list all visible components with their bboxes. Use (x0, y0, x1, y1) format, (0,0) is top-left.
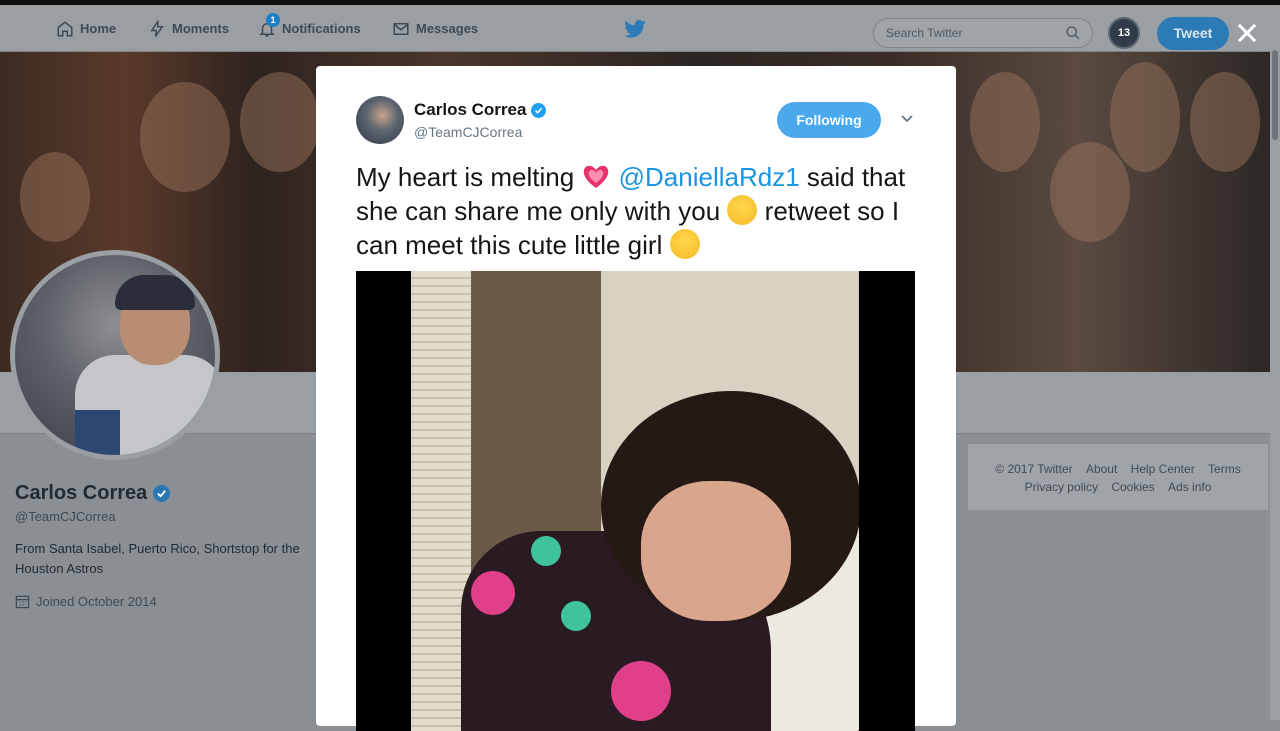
shirt-flower (561, 601, 591, 631)
tweet-video[interactable] (356, 271, 915, 731)
banner-face (1190, 72, 1260, 172)
scrollbar[interactable] (1270, 5, 1280, 720)
smiling-blush-emoji-icon (669, 229, 700, 259)
banner-face (1050, 142, 1130, 242)
tweet-author-name-text: Carlos Correa (414, 100, 527, 119)
shirt-flower (471, 571, 515, 615)
following-button[interactable]: Following (777, 102, 881, 138)
tweet-text-part1: My heart is melting (356, 162, 582, 192)
home-icon (57, 20, 73, 36)
footer-help-link[interactable]: Help Center (1131, 462, 1195, 476)
tweet-button[interactable]: Tweet (1157, 17, 1229, 50)
tweet-text: My heart is melting @DaniellaRdz1 said t… (356, 160, 916, 262)
profile-name-text: Carlos Correa (15, 482, 148, 504)
footer-terms-link[interactable]: Terms (1208, 462, 1241, 476)
banner-face (140, 82, 230, 192)
moments-icon (150, 19, 164, 37)
calendar-icon (15, 595, 30, 609)
nav-notifications-label: Notifications (282, 21, 361, 36)
profile-joined-text: Joined October 2014 (36, 594, 157, 609)
account-avatar[interactable]: 13 (1108, 17, 1140, 49)
banner-face (1110, 62, 1180, 172)
profile-handle[interactable]: @TeamCJCorrea (15, 509, 116, 524)
shirt-flower (531, 536, 561, 566)
footer-ads-link[interactable]: Ads info (1168, 480, 1211, 494)
tweet-mention-link[interactable]: @DaniellaRdz1 (619, 162, 800, 192)
nav-home[interactable]: Home (56, 5, 116, 52)
scrollbar-thumb[interactable] (1272, 50, 1278, 140)
footer-cookies-link[interactable]: Cookies (1111, 480, 1154, 494)
verified-icon (153, 485, 171, 502)
profile-joined: Joined October 2014 (15, 594, 157, 609)
tweet-author-name[interactable]: Carlos Correa (414, 100, 547, 120)
messages-icon (393, 22, 409, 35)
twitter-bird-icon[interactable] (624, 20, 646, 38)
search-input[interactable]: Search Twitter (873, 18, 1093, 48)
nav-notifications[interactable]: 1 Notifications (258, 5, 361, 52)
banner-face (240, 72, 320, 172)
footer-about-link[interactable]: About (1086, 462, 1117, 476)
nav-messages[interactable]: Messages (392, 5, 478, 52)
search-icon[interactable] (1065, 25, 1081, 41)
nav-messages-label: Messages (416, 21, 479, 36)
footer-copyright: © 2017 Twitter (995, 462, 1073, 476)
avatar-sleeve (75, 410, 120, 455)
notifications-badge: 1 (266, 13, 280, 27)
chevron-down-icon[interactable] (900, 114, 914, 124)
video-frame (411, 271, 859, 731)
laughing-tears-emoji-icon (727, 195, 758, 225)
verified-icon (531, 102, 547, 118)
banner-face (970, 72, 1040, 172)
banner-face (20, 152, 90, 242)
nav-moments[interactable]: Moments (148, 5, 229, 52)
tweet-author-avatar[interactable] (356, 96, 404, 144)
tweet-modal: Carlos Correa @TeamCJCorrea Following My… (316, 66, 956, 731)
nav-home-label: Home (80, 21, 117, 36)
top-navigation: Home Moments 1 Notifications Messages Se… (0, 5, 1270, 52)
profile-name: Carlos Correa (15, 482, 171, 505)
profile-avatar[interactable] (10, 250, 220, 460)
close-icon[interactable] (1233, 19, 1261, 47)
shirt-flower (611, 661, 671, 721)
heart-emoji-icon (584, 165, 609, 188)
tweet-author-handle[interactable]: @TeamCJCorrea (414, 124, 522, 140)
video-girl-face (641, 481, 791, 621)
footer-privacy-link[interactable]: Privacy policy (1025, 480, 1098, 494)
footer-card: © 2017 Twitter About Help Center Terms P… (968, 444, 1268, 510)
nav-moments-label: Moments (172, 21, 230, 36)
profile-bio: From Santa Isabel, Puerto Rico, Shortsto… (15, 541, 300, 576)
footer-links: © 2017 Twitter About Help Center Terms P… (968, 460, 1268, 496)
avatar-cap (115, 275, 195, 310)
